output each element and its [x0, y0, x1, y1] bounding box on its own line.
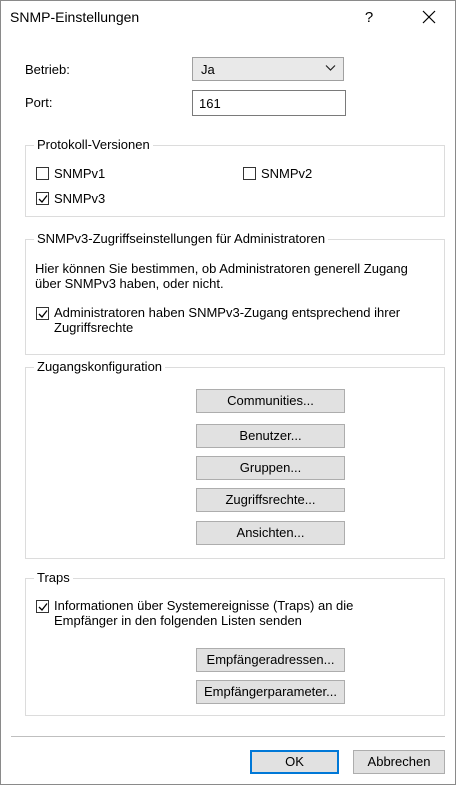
close-button[interactable]: [415, 5, 443, 31]
ok-button[interactable]: OK: [250, 750, 339, 774]
admin-snmpv3-access-label-line2: Zugriffsrechte: [54, 320, 134, 335]
protocol-versions-legend: Protokoll-Versionen: [34, 137, 153, 152]
betrieb-label: Betrieb:: [25, 62, 70, 77]
snmpv3-checkbox[interactable]: [36, 192, 49, 205]
recipient-addresses-button[interactable]: Empfängeradressen...: [196, 648, 345, 672]
traps-checkbox[interactable]: [36, 600, 49, 613]
snmpv1-label: SNMPv1: [54, 166, 106, 181]
admin-access-group: SNMPv3-Zugriffseinstellungen für Adminis…: [25, 231, 445, 355]
traps-legend: Traps: [34, 570, 73, 585]
protocol-versions-group: Protokoll-Versionen: [25, 137, 445, 217]
admin-snmpv3-access-label-line1: Administratoren haben SNMPv3-Zugang ents…: [54, 305, 401, 320]
snmpv2-checkbox[interactable]: [243, 167, 256, 180]
snmpv2-label: SNMPv2: [261, 166, 313, 181]
groups-button[interactable]: Gruppen...: [196, 456, 345, 480]
cancel-button[interactable]: Abbrechen: [353, 750, 445, 774]
snmpv1-checkbox[interactable]: [36, 167, 49, 180]
access-config-legend: Zugangskonfiguration: [34, 359, 166, 374]
betrieb-value: Ja: [201, 62, 215, 77]
snmpv3-label: SNMPv3: [54, 191, 106, 206]
chevron-down-icon: [325, 65, 336, 71]
check-icon: [38, 603, 48, 611]
title-bar: SNMP-Einstellungen ?: [1, 1, 455, 33]
users-button[interactable]: Benutzer...: [196, 424, 345, 448]
close-icon: [422, 10, 436, 24]
admin-access-legend: SNMPv3-Zugriffseinstellungen für Adminis…: [34, 231, 329, 246]
communities-button[interactable]: Communities...: [196, 389, 345, 413]
snmp-settings-dialog: SNMP-Einstellungen ? Betrieb: Ja Port: 1…: [0, 0, 456, 785]
port-input[interactable]: 161: [192, 90, 346, 116]
betrieb-select[interactable]: Ja: [192, 57, 344, 81]
admin-access-description-line2: über SNMPv3 haben, oder nicht.: [35, 276, 224, 291]
admin-access-description-line1: Hier können Sie bestimmen, ob Administra…: [35, 261, 408, 276]
window-title: SNMP-Einstellungen: [10, 9, 140, 25]
footer-separator: [11, 736, 445, 737]
check-icon: [38, 195, 48, 203]
access-rights-button[interactable]: Zugriffsrechte...: [196, 488, 345, 512]
port-value: 161: [199, 96, 221, 111]
port-label: Port:: [25, 95, 53, 110]
views-button[interactable]: Ansichten...: [196, 521, 345, 545]
traps-label-line2: Empfänger in den folgenden Listen senden: [54, 613, 302, 628]
check-icon: [38, 310, 48, 318]
help-button[interactable]: ?: [357, 7, 381, 29]
recipient-params-button[interactable]: Empfängerparameter...: [196, 680, 345, 704]
admin-snmpv3-access-checkbox[interactable]: [36, 307, 49, 320]
traps-label-line1: Informationen über Systemereignisse (Tra…: [54, 598, 354, 613]
